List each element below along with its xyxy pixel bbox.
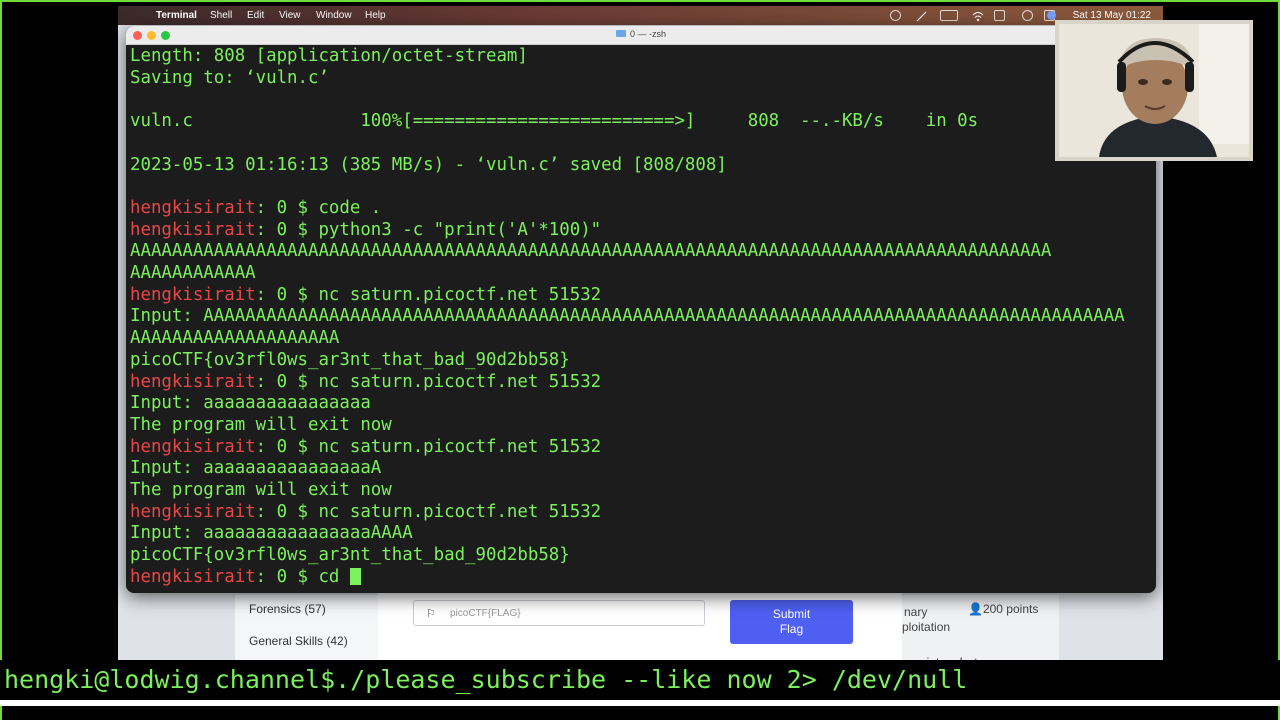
prompt-command: : 0 $ cd [255,566,350,587]
prompt-username: hengkisirait [130,436,256,457]
terminal-output-line: AAAAAAAAAAAAAAAAAAAAAAAAAAAAAAAAAAAAAAAA… [130,241,1052,262]
terminal-prompt-line: hengkisirait: 0 $ nc saturn.picoctf.net … [130,285,601,306]
terminal-window[interactable]: 0 — -zsh Length: 808 [application/octet-… [126,26,1156,593]
prompt-command: : 0 $ python3 -c "print('A'*100)" [255,219,602,240]
terminal-prompt-line: hengkisirait: 0 $ code . [130,198,381,219]
control-center-icon[interactable] [994,10,1005,21]
menu-app-name[interactable]: Terminal [156,6,197,25]
card-category-line2: ploitation [902,620,951,634]
terminal-output-line: vuln.c 100%[=========================>] … [130,111,979,132]
wifi-icon[interactable] [972,10,984,22]
bottom-divider [0,700,1280,706]
prompt-username: hengkisirait [130,197,256,218]
category-list: Forensics (57) General Skills (42) [235,595,379,660]
menu-help[interactable]: Help [365,6,386,25]
prompt-command: : 0 $ nc saturn.picoctf.net 51532 [255,436,602,457]
terminal-prompt-line: hengkisirait: 0 $ cd [130,567,361,588]
battery-icon[interactable] [940,10,958,21]
terminal-output-line: Input: aaaaaaaaaaaaaaaaAAAA [130,523,413,544]
terminal-output-line: Input: AAAAAAAAAAAAAAAAAAAAAAAAAAAAAAAAA… [130,306,1125,327]
terminal-titlebar[interactable]: 0 — -zsh [126,26,1156,45]
menu-view[interactable]: View [279,6,301,25]
menu-window[interactable]: Window [316,6,352,25]
mic-muted-icon[interactable] [916,10,927,22]
challenge-card[interactable]: nary ploitation 👤200 points sixty-what [902,595,1059,660]
prompt-username: hengkisirait [130,566,256,587]
terminal-prompt-line: hengkisirait: 0 $ nc saturn.picoctf.net … [130,372,601,393]
terminal-output-line: The program will exit now [130,480,392,500]
terminal-output[interactable]: Length: 808 [application/octet-stream] Sa… [130,45,1152,591]
user-icon: 👤 [968,602,983,616]
terminal-output-line: picoCTF{ov3rfl0ws_ar3nt_that_bad_90d2bb5… [130,349,570,370]
siri-icon[interactable] [1047,11,1056,20]
terminal-output-line: picoCTF{ov3rfl0ws_ar3nt_that_bad_90d2bb5… [130,545,570,566]
terminal-prompt-line: hengkisirait: 0 $ nc saturn.picoctf.net … [130,502,601,523]
menu-shell[interactable]: Shell [210,6,232,25]
menu-edit[interactable]: Edit [247,6,264,25]
subscribe-banner: hengki@lodwig.channel$./please_subscribe… [0,660,1280,700]
terminal-title: 0 — -zsh [126,29,1156,39]
flag-icon: ⚐ [426,608,436,620]
card-points: 200 points [982,602,1039,616]
webcam-person-icon [1059,24,1249,157]
terminal-output-line: Input: aaaaaaaaaaaaaaaa [130,393,371,414]
terminal-cursor [349,567,361,585]
points-group: 👤200 points [968,602,1038,616]
prompt-username: hengkisirait [130,371,256,392]
category-forensics[interactable]: Forensics (57) [249,602,326,616]
prompt-username: hengkisirait [130,284,256,305]
terminal-output-line: The program will exit now [130,414,392,435]
terminal-output-line: AAAAAAAAAAAA [130,263,256,283]
screen-record-icon[interactable] [890,10,901,21]
terminal-output-line: 2023-05-13 01:16:13 (385 MB/s) - ‘vuln.c… [130,154,727,175]
prompt-command: : 0 $ nc saturn.picoctf.net 51532 [255,501,602,522]
folder-icon [615,30,626,37]
flag-placeholder: picoCTF{FLAG} [450,608,521,619]
flag-modal: ⚐ picoCTF{FLAG} Submit Flag [378,585,902,660]
prompt-command: : 0 $ code . [255,197,382,218]
terminal-output-line: AAAAAAAAAAAAAAAAAAAA [130,328,340,349]
terminal-title-text: 0 — -zsh [629,29,666,39]
submit-label-flag: Flag [779,622,804,636]
prompt-command: : 0 $ nc saturn.picoctf.net 51532 [255,284,602,305]
terminal-prompt-line: hengkisirait: 0 $ nc saturn.picoctf.net … [130,437,601,458]
search-icon[interactable] [1022,10,1033,21]
terminal-output-line: Length: 808 [application/octet-stream] [130,46,528,66]
category-general-skills[interactable]: General Skills (42) [249,634,348,660]
card-category-line1: nary [904,605,928,619]
prompt-username: hengkisirait [130,501,256,522]
menu-bar: Terminal Shell Edit View Window Help Sat… [118,6,1163,25]
submit-label: Submit [772,607,811,621]
terminal-output-line: Input: aaaaaaaaaaaaaaaaA [130,458,382,479]
terminal-output-line: Saving to: ‘vuln.c’ [130,67,329,88]
prompt-command: : 0 $ nc saturn.picoctf.net 51532 [255,371,602,392]
flag-input[interactable]: ⚐ picoCTF{FLAG} [413,600,705,626]
prompt-username: hengkisirait [130,219,256,240]
terminal-prompt-line: hengkisirait: 0 $ python3 -c "print('A'*… [130,220,601,241]
webcam-overlay [1055,20,1253,161]
submit-flag-button[interactable]: Submit Flag [730,600,853,644]
